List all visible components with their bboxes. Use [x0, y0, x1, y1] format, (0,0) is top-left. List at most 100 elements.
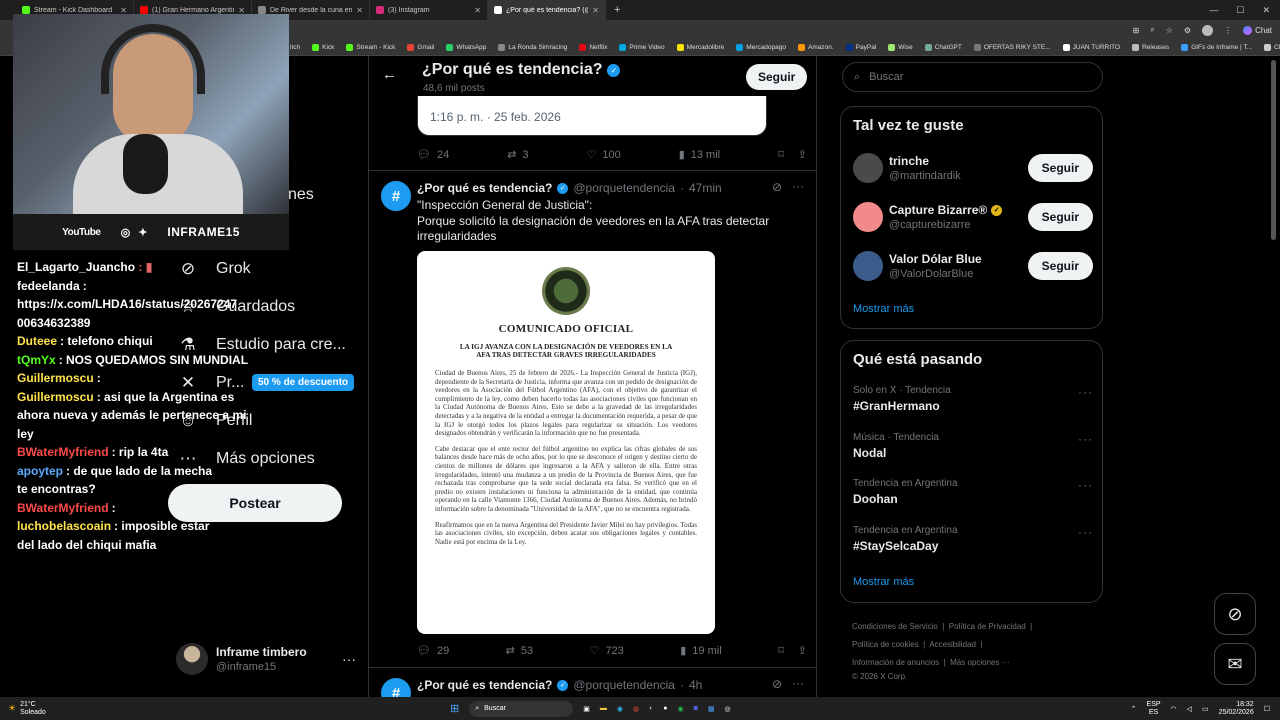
bookmark-item[interactable]: JUAN TURRITO [1062, 44, 1120, 51]
share-icon[interactable]: ⇪ [798, 148, 807, 161]
account-switcher[interactable]: Inframe timbero @inframe15 ··· [176, 642, 356, 676]
bookmark-icon[interactable]: ⌑ [778, 644, 784, 657]
more-dots-icon[interactable]: ··· [792, 676, 804, 690]
weather-widget[interactable]: ☀ 21°C Soleado [0, 701, 160, 717]
bookmark-item[interactable]: OFERTAS RIKY STE... [973, 44, 1051, 51]
suggestion-row[interactable]: Valor Dólar Blue @ValorDolarBlue Seguir [853, 249, 1093, 283]
chat-username[interactable]: BWaterMyfriend [17, 445, 109, 459]
footer-link[interactable]: Información de anuncios [852, 658, 939, 667]
grok-icon[interactable]: ⊘ [772, 677, 782, 691]
profile-avatar[interactable] [1202, 24, 1214, 36]
bookmark-item[interactable]: Releases [1132, 44, 1169, 51]
like-button[interactable]: ♡ 100 [587, 148, 621, 162]
repost-button[interactable]: ⇄ 3 [507, 148, 528, 162]
obs-icon[interactable]: ● [663, 705, 667, 712]
grok-icon[interactable]: ⊘ [772, 180, 782, 194]
messages-fab[interactable]: ✉ [1214, 643, 1256, 685]
tray-chevron-icon[interactable]: ⌃ [1131, 705, 1137, 713]
close-tab-icon[interactable]: ✕ [592, 6, 599, 15]
spotify-icon[interactable]: ◉ [678, 705, 684, 713]
extensions-icon[interactable]: ⚙ [1184, 26, 1191, 35]
bookmark-item[interactable]: Kick [312, 44, 334, 51]
chat-username[interactable]: fedeelanda [17, 279, 80, 293]
show-more-link[interactable]: Mostrar más [853, 303, 914, 315]
bookmark-item[interactable]: La Ronda Simracing [498, 44, 567, 51]
zoom-icon[interactable]: ⌕ [1150, 25, 1154, 35]
follow-button[interactable]: Seguir [1027, 203, 1093, 231]
browser-tab[interactable]: ¿Por qué es tendencia? (@porque... ✕ [488, 0, 606, 20]
new-tab-button[interactable]: + [614, 4, 620, 16]
views-button[interactable]: ▮ 19 mil [680, 644, 721, 658]
bookmark-item[interactable]: CRIPTO [1264, 44, 1280, 51]
maximize-icon[interactable]: ☐ [1236, 5, 1244, 16]
bookmark-item[interactable]: WhatsApp [446, 44, 486, 51]
chat-username[interactable]: luchobelascoain [17, 519, 111, 533]
trend-item[interactable]: Tendencia en Argentina Doohan ··· [853, 478, 1093, 506]
chrome-icon[interactable]: ◍ [633, 705, 639, 713]
show-more-link[interactable]: Mostrar más [853, 576, 914, 588]
scrollbar[interactable] [1271, 60, 1276, 240]
discord-icon[interactable]: ◙ [694, 705, 698, 712]
windows-start-icon[interactable]: ⊞ [450, 702, 459, 715]
notification-icon[interactable]: ☐ [1264, 705, 1270, 713]
follow-button[interactable]: Seguir [1027, 154, 1093, 182]
footer-link[interactable]: Más opciones ··· [950, 658, 1010, 667]
steam-icon[interactable]: ◐ [649, 705, 653, 712]
trend-item[interactable]: Tendencia en Argentina #StaySelcaDay ··· [853, 525, 1093, 553]
menu-icon[interactable]: ⋮ [1224, 26, 1232, 35]
close-tab-icon[interactable]: ✕ [356, 6, 363, 15]
footer-link[interactable]: Política de Privacidad [949, 622, 1026, 631]
repost-button[interactable]: ⇄ 53 [506, 644, 533, 658]
close-tab-icon[interactable]: ✕ [474, 6, 481, 15]
tweet-author-handle[interactable]: @porquetendencia [573, 181, 675, 195]
suggestion-row[interactable]: trinche @martindardik Seguir [853, 151, 1093, 185]
like-button[interactable]: ♡ 723 [590, 644, 624, 658]
tweet-image-document[interactable]: COMUNICADO OFICIAL LA IGJ AVANZA CON LA … [417, 251, 715, 634]
chat-username[interactable]: BWaterMyfriend [17, 501, 109, 515]
chat-username[interactable]: apoytep [17, 464, 63, 478]
more-dots-icon[interactable]: ··· [1078, 432, 1093, 446]
file-explorer-icon[interactable]: ▬ [600, 705, 607, 712]
bookmark-partial[interactable]: itch [290, 44, 300, 51]
app-icon[interactable]: ▦ [708, 705, 715, 713]
reply-button[interactable]: 💬︎ 29 [417, 644, 449, 658]
star-icon[interactable]: ☆ [1166, 26, 1173, 35]
bookmark-item[interactable]: Mercadolibre [676, 44, 724, 51]
bookmark-item[interactable]: Gmail [407, 44, 434, 51]
chat-button[interactable]: Chat [1243, 25, 1272, 35]
footer-link[interactable]: Condiciones de Servicio [852, 622, 938, 631]
trend-item[interactable]: Solo en X · Tendencia #GranHermano ··· [853, 385, 1093, 413]
minimize-icon[interactable]: — [1209, 5, 1218, 16]
more-dots-icon[interactable]: ··· [1078, 525, 1093, 539]
chat-username[interactable]: Guillermoscu [17, 371, 94, 385]
footer-link[interactable]: Accesibilidad [929, 640, 976, 649]
bookmark-item[interactable]: ChatGPT [924, 44, 962, 51]
chat-username[interactable]: tQmYx [17, 353, 56, 367]
wifi-icon[interactable]: ◠ [1171, 705, 1177, 713]
close-window-icon[interactable]: ✕ [1262, 5, 1270, 16]
taskbar-search[interactable]: ⌕ Buscar [469, 700, 574, 717]
premium-discount-badge[interactable]: 50 % de descuento [252, 374, 355, 391]
lang-label[interactable]: ESP [1147, 701, 1161, 709]
chat-username[interactable]: Guillermoscu [17, 390, 94, 404]
bookmark-item[interactable]: Amazon. [798, 44, 834, 51]
translate-icon[interactable]: ⊞ [1133, 26, 1140, 35]
trend-item[interactable]: Música · Tendencia Nodal ··· [853, 432, 1093, 460]
app-icon[interactable]: ◎ [725, 705, 731, 713]
more-dots-icon[interactable]: ··· [792, 179, 804, 193]
chat-username[interactable]: Duteee [17, 334, 57, 348]
tweet-time[interactable]: 4h [689, 678, 702, 692]
clock-time[interactable]: 18:32 [1219, 701, 1254, 709]
search-input[interactable] [869, 71, 1070, 83]
more-dots-icon[interactable]: ··· [1078, 478, 1093, 492]
search-box[interactable]: ⌕ [842, 62, 1103, 92]
tweet-author-handle[interactable]: @porquetendencia [573, 678, 675, 692]
bookmark-item[interactable]: Wise [888, 44, 913, 51]
browser-tab[interactable]: (3) Instagram ✕ [370, 0, 488, 20]
edge-icon[interactable]: ◉ [617, 705, 623, 713]
battery-icon[interactable]: ▭ [1202, 705, 1209, 713]
bookmark-icon[interactable]: ⌑ [778, 148, 784, 161]
follow-button[interactable]: Seguir [1027, 252, 1093, 280]
bookmark-item[interactable]: GIFs de Inframe | T... [1181, 44, 1252, 51]
suggestion-row[interactable]: Capture Bizarre® ✓ @capturebizarre Seguir [853, 200, 1093, 234]
